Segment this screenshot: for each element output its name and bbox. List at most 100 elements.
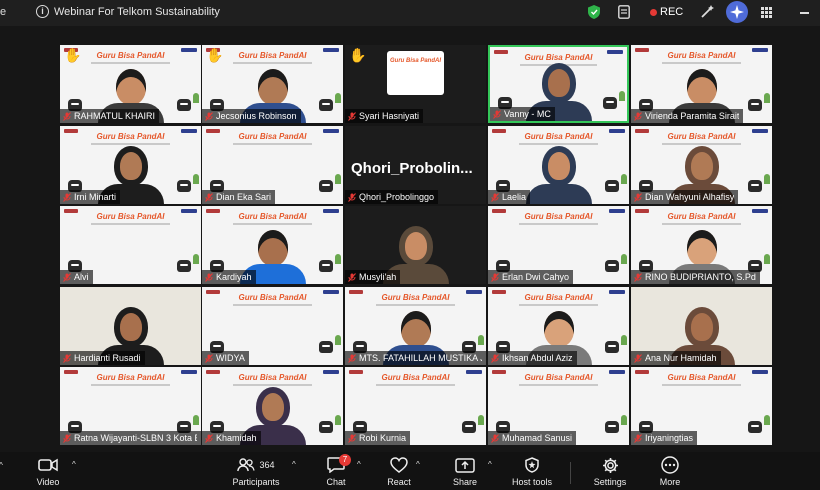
participant-tile[interactable]: Guru Bisa PandAI Ikhsan Abdul Aziz (488, 287, 629, 365)
slide-subtitle-line (233, 304, 312, 306)
host-tools-button[interactable]: Host tools (506, 456, 558, 487)
participants-icon (237, 458, 256, 472)
plant-icon (621, 335, 627, 345)
muted-mic-icon (63, 111, 71, 121)
toolbar-separator (570, 462, 571, 484)
plant-icon (478, 335, 484, 345)
ai-companion-icon[interactable] (726, 1, 748, 23)
share-button[interactable]: Share (448, 456, 482, 487)
slide-title: Guru Bisa PandAI (667, 212, 736, 221)
slide-title: Guru Bisa PandAI (667, 51, 736, 60)
slide-subtitle-line (233, 223, 312, 225)
participant-name: Khamidah (216, 433, 257, 443)
muted-mic-icon (491, 353, 499, 363)
participants-caret-icon[interactable]: ^ (292, 460, 296, 469)
audio-caret-icon[interactable]: ^ (0, 461, 3, 470)
robot-icon (319, 421, 333, 433)
chat-caret-icon[interactable]: ^ (357, 460, 361, 469)
video-label: Video (36, 477, 60, 487)
participant-tile[interactable]: Guru Bisa PandAI ✋ Jecsonius Robinson (202, 45, 343, 123)
plant-icon (764, 415, 770, 425)
slide-subtitle-line (662, 62, 741, 64)
participant-tile[interactable]: Guru Bisa PandAI Dian Eka Sari (202, 126, 343, 204)
muted-mic-icon (63, 433, 71, 443)
participant-name-bar: Syari Hasniyati (345, 109, 424, 123)
document-icon[interactable] (618, 5, 630, 19)
slide-title: Guru Bisa PandAI (381, 373, 450, 382)
participant-tile[interactable]: Guru Bisa PandAI Ratna Wijayanti-SLBN 3 K… (60, 367, 201, 445)
muted-mic-icon (491, 272, 499, 282)
slide-title: Guru Bisa PandAI (381, 293, 450, 302)
react-button[interactable]: React (383, 456, 415, 487)
shield-icon[interactable] (588, 5, 600, 19)
participant-video (525, 146, 592, 204)
participant-tile[interactable]: Guru Bisa PandAI Alvi (60, 206, 201, 284)
minimize-icon[interactable] (800, 12, 809, 14)
plant-icon (764, 254, 770, 264)
plant-icon (193, 254, 199, 264)
more-label: More (659, 477, 681, 487)
plant-icon (335, 415, 341, 425)
video-button[interactable]: Video (30, 456, 66, 487)
slide-title: Guru Bisa PandAI (524, 373, 593, 382)
chat-unread-badge: 7 (339, 454, 351, 466)
robot-icon (605, 180, 619, 192)
audio-button[interactable]: ^ (0, 456, 16, 474)
participant-tile[interactable]: Guru Bisa PandAI Robi Kurnia (345, 367, 486, 445)
settings-button[interactable]: Settings (588, 456, 632, 487)
participant-tile[interactable]: Guru Bisa PandAI Dian Wahyuni Alhafisy (631, 126, 772, 204)
grid-apps-icon[interactable] (761, 7, 772, 18)
participant-tile[interactable]: Guru Bisa PandAI Khamidah (202, 367, 343, 445)
video-caret-icon[interactable]: ^ (72, 460, 76, 469)
plant-icon (193, 93, 199, 103)
slide-subtitle-line (662, 143, 741, 145)
participant-tile[interactable]: Guru Bisa PandAI Laelia (488, 126, 629, 204)
share-label: Share (452, 477, 478, 487)
participant-tile[interactable]: Guru Bisa PandAI Muhamad Sanusi (488, 367, 629, 445)
robot-icon (319, 341, 333, 353)
participant-name-bar: Dian Wahyuni Alhafisy (631, 190, 739, 204)
info-icon[interactable]: i (36, 5, 49, 18)
participant-tile[interactable]: Guru Bisa PandAI ✋ Syari Hasniyati (345, 45, 486, 123)
react-caret-icon[interactable]: ^ (416, 460, 420, 469)
participant-tile[interactable]: Guru Bisa PandAI Irni Minarti (60, 126, 201, 204)
participant-tile[interactable]: Guru Bisa PandAI MTS. FATAHILLAH MUSTIKA … (345, 287, 486, 365)
robot-icon (603, 97, 617, 109)
participant-tile[interactable]: Musyli'ah (345, 206, 486, 284)
participant-tile[interactable]: Guru Bisa PandAI Erlan Dwi Cahyo (488, 206, 629, 284)
participant-count: 364 (259, 460, 275, 470)
more-button[interactable]: More (652, 456, 688, 487)
participant-tile[interactable]: Guru Bisa PandAI RINO BUDIPRIANTO, S.Pd (631, 206, 772, 284)
participant-tile[interactable]: Qhori_Probolin... Qhori_Probolinggo (345, 126, 486, 204)
participant-tile[interactable]: Guru Bisa PandAI Kardiyah (202, 206, 343, 284)
participant-display-name: Qhori_Probolin... (351, 160, 473, 177)
window-edge-text: e (0, 6, 7, 18)
participants-button[interactable]: 364 Participants (226, 456, 286, 487)
recording-dot-icon (650, 9, 657, 16)
chat-button[interactable]: 7 Chat (320, 454, 352, 487)
share-caret-icon[interactable]: ^ (488, 460, 492, 469)
participant-tile[interactable]: Guru Bisa PandAI Virienda Paramita Sirait (631, 45, 772, 123)
robot-icon (177, 260, 191, 272)
plant-icon (621, 254, 627, 264)
robot-icon (605, 260, 619, 272)
participant-tile[interactable]: Guru Bisa PandAI Vanny - MC (488, 45, 629, 123)
plant-icon (764, 174, 770, 184)
participant-tile[interactable]: Guru Bisa PandAI WIDYA (202, 287, 343, 365)
participant-tile[interactable]: Guru Bisa PandAI Iriyaningtias (631, 367, 772, 445)
slide-subtitle-line (91, 223, 170, 225)
recording-label[interactable]: REC (660, 6, 683, 18)
participant-tile[interactable]: Ana Nur Hamidah (631, 287, 772, 365)
participant-tile[interactable]: Guru Bisa PandAI ✋ RAHMATUL KHAIRI (60, 45, 201, 123)
robot-icon (177, 99, 191, 111)
participant-name-bar: Virienda Paramita Sirait (631, 109, 744, 123)
slide-title: Guru Bisa PandAI (238, 212, 307, 221)
muted-mic-icon (634, 111, 642, 121)
slide-title: Guru Bisa PandAI (96, 212, 165, 221)
participant-name-bar: Erlan Dwi Cahyo (488, 270, 574, 284)
title-bar: e i Webinar For Telkom Sustainability RE… (0, 0, 820, 26)
slide-title: Guru Bisa PandAI (238, 373, 307, 382)
participant-name: Kardiyah (216, 272, 252, 282)
participant-tile[interactable]: Hardianti Rusadi (60, 287, 201, 365)
magic-wand-icon[interactable] (700, 5, 714, 19)
